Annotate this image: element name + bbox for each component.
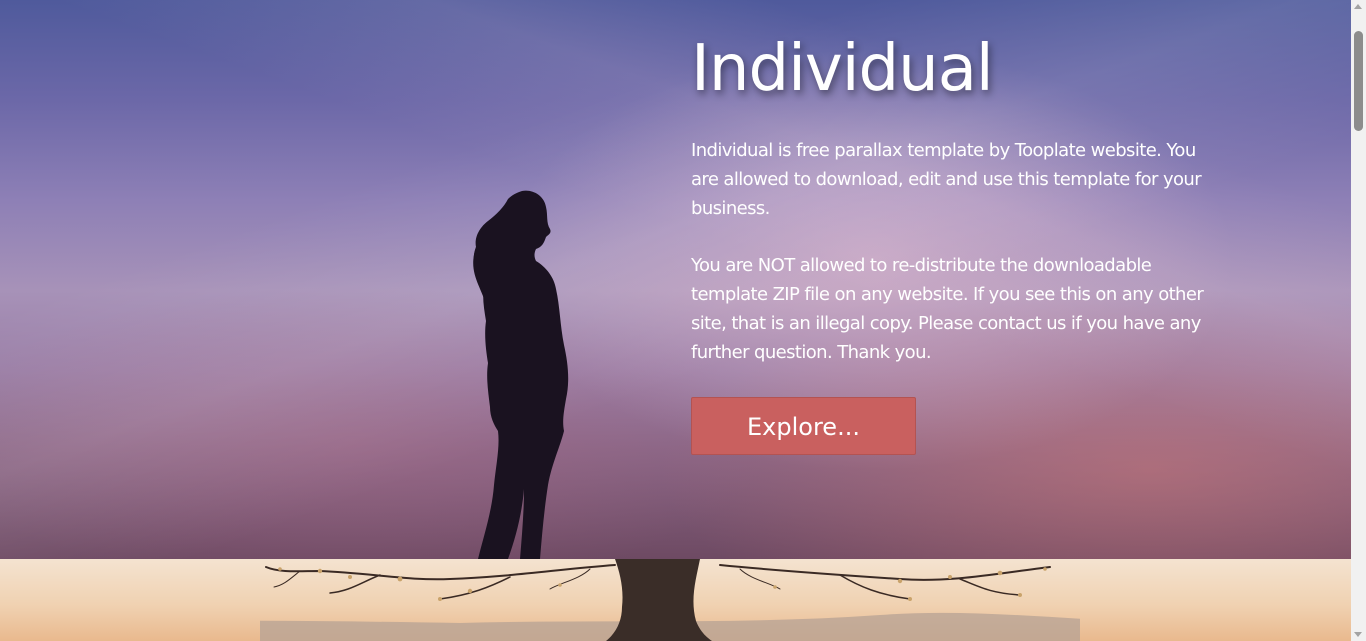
page-viewport: Individual Individual is free parallax t…: [0, 0, 1351, 641]
explore-button[interactable]: Explore...: [691, 397, 916, 455]
hero-notice: You are NOT allowed to re-distribute the…: [691, 255, 1204, 363]
next-section: [0, 559, 1351, 641]
scroll-thumb[interactable]: [1354, 31, 1363, 131]
hero-content: Individual Individual is free parallax t…: [691, 30, 1221, 455]
hero-title: Individual: [691, 32, 994, 106]
woman-silhouette-image: [473, 190, 569, 559]
scrollbar[interactable]: [1351, 0, 1366, 641]
hero-section: Individual Individual is free parallax t…: [0, 0, 1351, 559]
scroll-down-arrow-icon[interactable]: [1354, 632, 1362, 637]
tree-silhouette-image: [260, 559, 1080, 641]
scroll-up-arrow-icon[interactable]: [1354, 4, 1362, 9]
hero-description: Individual is free parallax template by …: [691, 140, 1202, 219]
